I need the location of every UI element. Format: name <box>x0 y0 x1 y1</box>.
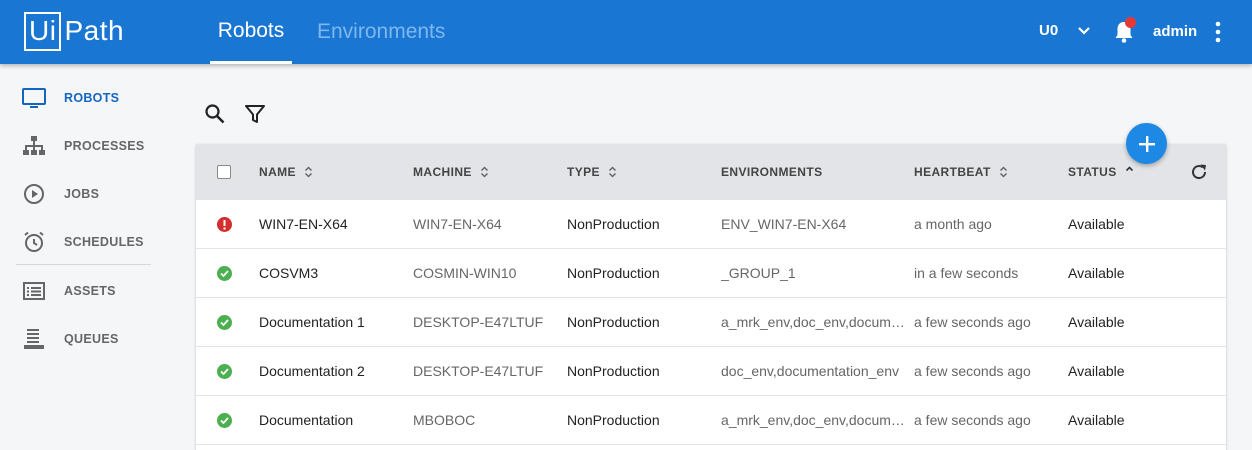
table-row[interactable]: COSVM3 COSMIN-WIN10 NonProduction _GROUP… <box>196 249 1226 298</box>
robot-name[interactable]: Documentation <box>259 412 353 428</box>
monitor-icon <box>22 88 46 108</box>
robot-heartbeat: a few seconds ago <box>914 314 1031 330</box>
check-circle-icon <box>217 364 232 379</box>
robot-type: NonProduction <box>567 216 660 232</box>
robot-machine: MBOBOC <box>413 412 476 428</box>
robot-heartbeat: a few seconds ago <box>914 363 1031 379</box>
sidebar-item-queues[interactable]: QUEUES <box>0 315 160 363</box>
sidebar-divider <box>16 264 151 265</box>
uipath-logo[interactable]: Ui Path <box>24 11 124 51</box>
column-header-name[interactable]: NAME <box>259 165 313 179</box>
list-icon <box>23 282 45 300</box>
robot-heartbeat: in a few seconds <box>914 265 1019 281</box>
notification-badge <box>1125 17 1136 28</box>
table-row[interactable]: Documentation 2 DESKTOP-E47LTUF NonProdu… <box>196 347 1226 396</box>
tab-environments[interactable]: Environments <box>317 0 445 64</box>
robot-machine: WIN7-EN-X64 <box>413 216 502 232</box>
stack-icon <box>24 329 44 349</box>
alarm-clock-icon <box>24 231 44 252</box>
table-row[interactable]: WIN7-EN-X64 WIN7-EN-X64 NonProduction EN… <box>196 200 1226 249</box>
robot-name[interactable]: Documentation 2 <box>259 363 365 379</box>
table-header: NAME MACHINE TYPE ENVIRONMENTS HEARTBEAT… <box>196 144 1226 200</box>
sidebar-item-robots[interactable]: ROBOTS <box>0 74 160 122</box>
plus-icon <box>1138 135 1155 152</box>
robot-type: NonProduction <box>567 314 660 330</box>
robots-table: NAME MACHINE TYPE ENVIRONMENTS HEARTBEAT… <box>196 144 1226 450</box>
robot-environments: doc_env,documentation_env <box>721 363 899 379</box>
column-header-heartbeat[interactable]: HEARTBEAT <box>914 165 1008 179</box>
sidebar-item-label: ROBOTS <box>64 91 120 105</box>
sort-icon <box>999 166 1007 178</box>
robot-name[interactable]: COSVM3 <box>259 265 318 281</box>
filter-icon[interactable] <box>243 102 267 126</box>
logo-boxed-text: Ui <box>24 11 62 51</box>
robot-environments: ENV_WIN7-EN-X64 <box>721 216 847 232</box>
column-label: STATUS <box>1068 165 1117 179</box>
sidebar-item-label: JOBS <box>64 187 100 201</box>
robot-machine: DESKTOP-E47LTUF <box>413 363 544 379</box>
robot-status: Available <box>1068 363 1125 379</box>
robot-heartbeat: a few seconds ago <box>914 412 1031 428</box>
robot-status: Available <box>1068 412 1125 428</box>
table-row[interactable]: Documentation MBOBOC NonProduction a_mrk… <box>196 396 1226 445</box>
chevron-down-icon[interactable] <box>1076 23 1092 39</box>
robot-environments: _GROUP_1 <box>721 265 796 281</box>
sidebar-item-schedules[interactable]: SCHEDULES <box>0 218 160 266</box>
sidebar-item-processes[interactable]: PROCESSES <box>0 122 160 170</box>
robot-machine: COSMIN-WIN10 <box>413 265 517 281</box>
check-circle-icon <box>217 266 232 281</box>
robot-type: NonProduction <box>567 363 660 379</box>
sidebar-item-label: PROCESSES <box>64 139 145 153</box>
robot-status: Available <box>1068 314 1125 330</box>
error-icon <box>217 217 232 232</box>
sidebar-item-jobs[interactable]: JOBS <box>0 170 160 218</box>
refresh-icon[interactable] <box>1189 162 1209 182</box>
sort-ascending-icon <box>1125 166 1133 172</box>
hierarchy-icon <box>23 136 45 155</box>
robot-name[interactable]: Documentation 1 <box>259 314 365 330</box>
robot-heartbeat: a month ago <box>914 216 992 232</box>
column-label: MACHINE <box>413 165 472 179</box>
user-menu[interactable]: admin <box>1153 23 1197 40</box>
column-label: NAME <box>259 165 296 179</box>
robot-type: NonProduction <box>567 412 660 428</box>
sidebar-item-label: ASSETS <box>64 284 116 298</box>
column-header-type[interactable]: TYPE <box>567 165 617 179</box>
sort-icon <box>304 166 312 178</box>
robot-environments: a_mrk_env,doc_env,documentation_env <box>721 412 906 428</box>
sort-icon <box>608 166 616 178</box>
column-label: HEARTBEAT <box>914 165 991 179</box>
column-label: ENVIRONMENTS <box>721 165 823 179</box>
sidebar-item-assets[interactable]: ASSETS <box>0 267 160 315</box>
robot-status: Available <box>1068 265 1125 281</box>
sidebar-item-label: SCHEDULES <box>64 235 144 249</box>
check-circle-icon <box>217 315 232 330</box>
robot-status: Available <box>1068 216 1125 232</box>
logo-text: Path <box>64 15 125 46</box>
select-all-checkbox[interactable] <box>217 165 231 179</box>
search-icon[interactable] <box>203 102 227 126</box>
robot-machine: DESKTOP-E47LTUF <box>413 314 544 330</box>
more-vert-icon[interactable] <box>1208 20 1228 44</box>
column-label: TYPE <box>567 165 600 179</box>
column-header-machine[interactable]: MACHINE <box>413 165 489 179</box>
org-unit-selector[interactable]: U0 <box>1039 22 1058 39</box>
check-circle-icon <box>217 413 232 428</box>
sidebar-item-label: QUEUES <box>64 332 119 346</box>
table-row[interactable]: Documentation 1 DESKTOP-E47LTUF NonProdu… <box>196 298 1226 347</box>
tab-robots[interactable]: Robots <box>210 0 292 64</box>
play-circle-icon <box>24 184 44 204</box>
column-header-environments: ENVIRONMENTS <box>721 165 822 179</box>
robot-environments: a_mrk_env,doc_env,documentation_env <box>721 314 906 330</box>
robot-type: NonProduction <box>567 265 660 281</box>
sort-icon <box>480 166 488 178</box>
top-app-bar: Ui Path Robots Environments U0 admin <box>0 0 1252 64</box>
add-robot-button[interactable] <box>1126 123 1167 164</box>
robot-name[interactable]: WIN7-EN-X64 <box>259 216 348 232</box>
column-header-status[interactable]: STATUS <box>1068 165 1134 179</box>
